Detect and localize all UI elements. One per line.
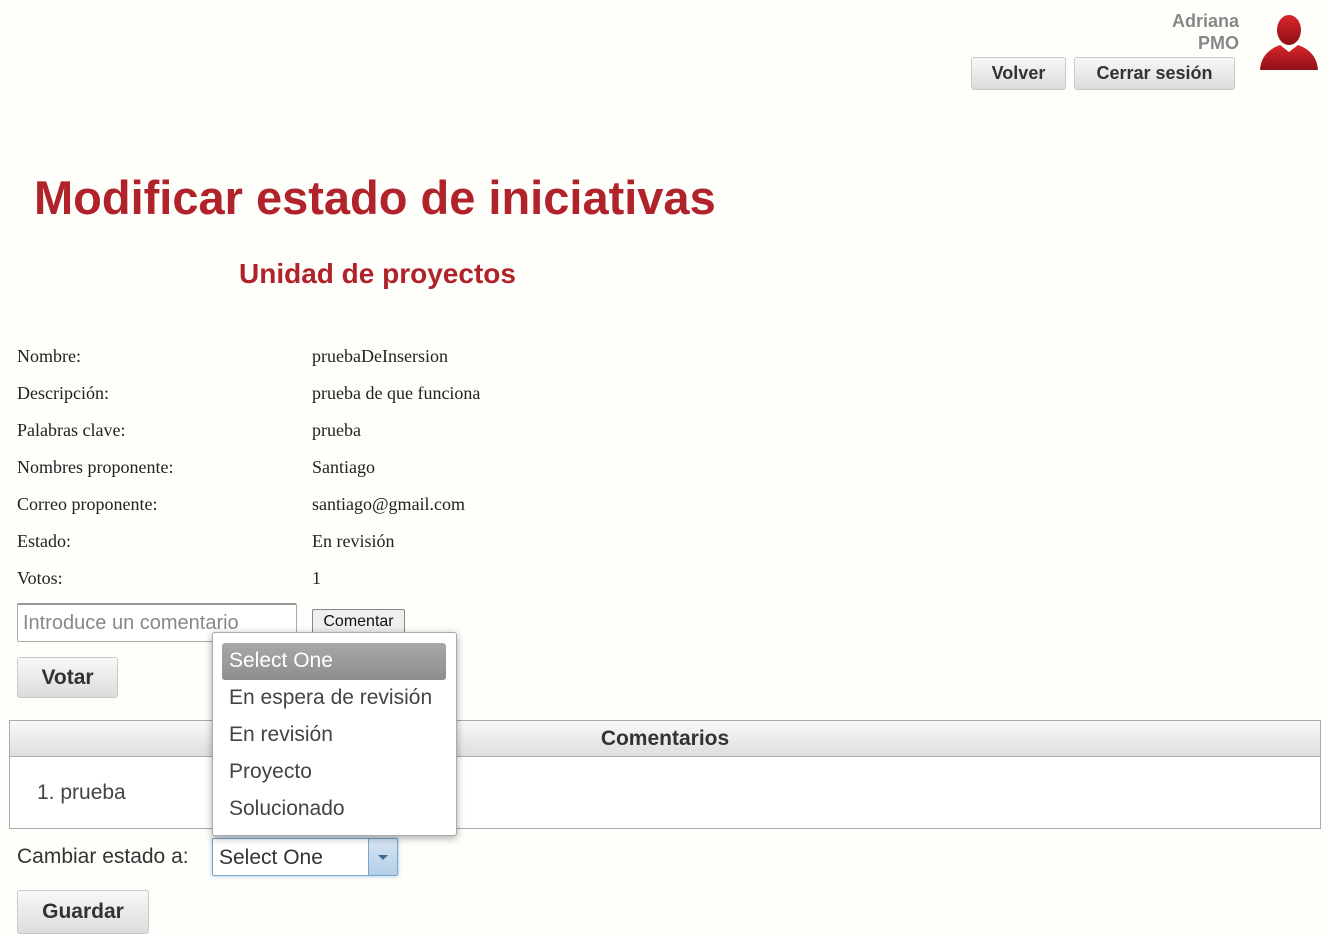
- field-value-estado: En revisión: [312, 531, 395, 551]
- comment-submit-button[interactable]: Comentar: [312, 609, 405, 634]
- comments-header[interactable]: Comentarios: [10, 721, 1320, 757]
- field-label-nombre: Nombre:: [17, 346, 81, 366]
- field-value-nombres-proponente: Santiago: [312, 457, 375, 477]
- logout-button[interactable]: Cerrar sesión: [1074, 57, 1235, 90]
- field-label-descripcion: Descripción:: [17, 383, 109, 403]
- state-select-trigger[interactable]: [368, 839, 397, 875]
- field-label-palabras-clave: Palabras clave:: [17, 420, 126, 440]
- field-label-nombres-proponente: Nombres proponente:: [17, 457, 174, 477]
- user-name: Adriana: [1171, 11, 1239, 31]
- state-option-solucionado[interactable]: Solucionado: [222, 791, 446, 828]
- field-label-votos: Votos:: [17, 568, 63, 588]
- field-label-estado: Estado:: [17, 531, 71, 551]
- save-button[interactable]: Guardar: [17, 890, 149, 934]
- page-subtitle: Unidad de proyectos: [239, 258, 516, 289]
- state-option-select-one[interactable]: Select One: [222, 643, 446, 680]
- volver-button[interactable]: Volver: [971, 57, 1066, 90]
- state-select-dropdown: Select One En espera de revisión En revi…: [212, 632, 457, 836]
- user-role: PMO: [1197, 33, 1239, 53]
- field-value-correo-proponente: santiago@gmail.com: [312, 494, 466, 514]
- state-option-proyecto[interactable]: Proyecto: [222, 754, 446, 791]
- user-avatar-icon: [1258, 14, 1320, 72]
- field-label-correo-proponente: Correo proponente:: [17, 494, 158, 514]
- change-state-label: Cambiar estado a:: [17, 845, 189, 868]
- field-value-descripcion: prueba de que funciona: [312, 383, 481, 403]
- field-value-votos: 1: [312, 568, 321, 588]
- state-select-value[interactable]: Select One: [219, 846, 323, 870]
- chevron-down-icon: [378, 855, 388, 860]
- comments-panel: Comentarios 1. prueba: [9, 720, 1321, 829]
- field-value-palabras-clave: prueba: [312, 420, 361, 440]
- state-select[interactable]: Select One: [212, 838, 398, 876]
- comment-item: 1. prueba: [37, 781, 126, 804]
- state-option-en-revision[interactable]: En revisión: [222, 717, 446, 754]
- field-value-nombre: pruebaDeInsersion: [312, 346, 448, 366]
- user-info: Adriana PMO: [1172, 10, 1239, 54]
- page-title: Modificar estado de iniciativas: [34, 171, 716, 224]
- state-option-en-espera-de-revision[interactable]: En espera de revisión: [222, 680, 446, 717]
- vote-button[interactable]: Votar: [17, 657, 118, 698]
